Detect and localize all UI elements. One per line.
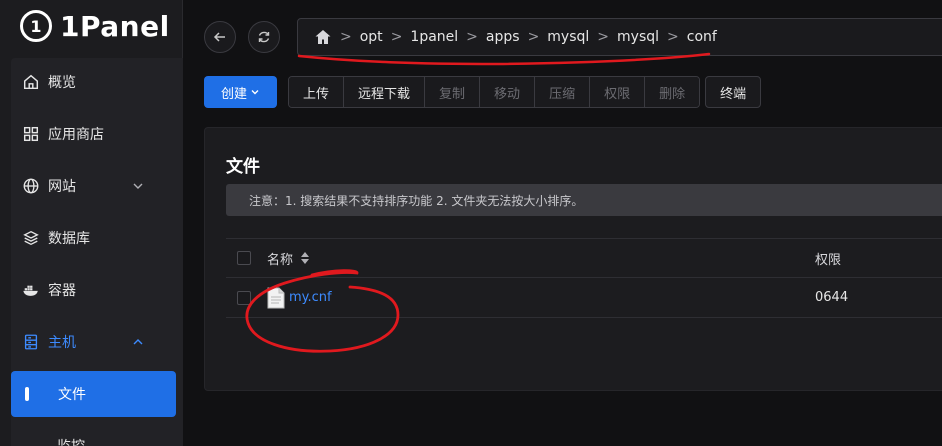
breadcrumb-separator: >	[597, 29, 610, 45]
logo-text: 1Panel	[60, 9, 170, 43]
sidebar: 1 1Panel 概览 应用商店 网站 数据库 容器 主机 文件 监控	[0, 0, 183, 446]
notice-banner: 注意：1. 搜索结果不支持排序功能 2. 文件夹无法按大小排序。	[226, 184, 942, 216]
action-button-group: 上传 远程下载 复制 移动 压缩 权限 删除	[288, 76, 701, 108]
breadcrumb-separator: >	[340, 29, 352, 45]
sidebar-item-label: 网站	[48, 179, 76, 195]
sidebar-sub-item-label: 文件	[58, 387, 86, 403]
breadcrumb-segment[interactable]: mysql	[617, 29, 659, 45]
refresh-button[interactable]	[248, 21, 280, 53]
breadcrumb-segment[interactable]: conf	[687, 29, 717, 45]
sidebar-sub-item-files[interactable]: 文件	[11, 371, 176, 417]
grid-icon	[23, 126, 39, 142]
select-all-checkbox[interactable]	[237, 251, 251, 265]
house-icon[interactable]	[314, 28, 332, 46]
sidebar-item-label: 数据库	[48, 231, 90, 247]
logo-mark: 1	[20, 10, 52, 42]
sidebar-item-container[interactable]: 容器	[22, 268, 172, 312]
create-button[interactable]: 创建	[204, 76, 277, 108]
upload-button[interactable]: 上传	[289, 77, 345, 107]
annotation-underline	[297, 52, 711, 66]
delete-button[interactable]: 删除	[645, 77, 700, 107]
sidebar-item-label: 应用商店	[48, 127, 104, 143]
breadcrumb-segment[interactable]: mysql	[547, 29, 589, 45]
layers-icon	[23, 230, 39, 246]
breadcrumb-separator: >	[667, 29, 679, 45]
breadcrumb-separator: >	[527, 29, 540, 45]
sidebar-item-label: 容器	[48, 283, 76, 299]
arrow-left-icon	[213, 32, 225, 42]
sidebar-item-label: 主机	[48, 335, 76, 351]
sidebar-item-label: 概览	[48, 75, 76, 91]
docker-icon	[23, 285, 38, 296]
move-button[interactable]: 移动	[480, 77, 536, 107]
back-button[interactable]	[204, 21, 236, 53]
sidebar-item-app-store[interactable]: 应用商店	[22, 112, 172, 156]
home-icon	[23, 74, 39, 90]
compress-button[interactable]: 压缩	[535, 77, 591, 107]
chevron-down-icon	[133, 183, 143, 189]
sidebar-sub-item-monitor[interactable]: 监控	[57, 436, 85, 446]
sort-icon	[301, 252, 310, 264]
chevron-down-icon	[251, 90, 259, 95]
chevron-up-icon	[133, 339, 143, 345]
remote-download-button[interactable]: 远程下载	[344, 77, 426, 107]
sidebar-item-host[interactable]: 主机	[22, 320, 172, 364]
breadcrumb-segment[interactable]: apps	[486, 29, 520, 45]
create-button-label: 创建	[220, 86, 247, 102]
page-title: 文件	[226, 157, 260, 177]
logo[interactable]: 1 1Panel	[20, 8, 170, 44]
annotation-circle	[245, 269, 400, 353]
sidebar-item-database[interactable]: 数据库	[22, 216, 172, 260]
sidebar-item-website[interactable]: 网站	[22, 164, 172, 208]
globe-icon	[23, 178, 39, 194]
terminal-button[interactable]: 终端	[705, 76, 762, 108]
copy-button[interactable]: 复制	[425, 77, 481, 107]
file-permission: 0644	[815, 290, 849, 305]
refresh-icon	[258, 31, 270, 43]
breadcrumb-separator: >	[390, 29, 403, 45]
sidebar-item-overview[interactable]: 概览	[22, 60, 172, 104]
breadcrumb-segment[interactable]: opt	[360, 29, 383, 45]
server-icon	[24, 334, 38, 350]
file-toolbar: 创建 上传 远程下载 复制 移动 压缩 权限 删除 终端	[204, 76, 762, 108]
column-header-permission[interactable]: 权限	[815, 249, 841, 268]
breadcrumb-segment[interactable]: 1panel	[410, 29, 458, 45]
active-indicator	[25, 387, 29, 401]
breadcrumb-separator: >	[466, 29, 478, 45]
permission-button[interactable]: 权限	[590, 77, 646, 107]
